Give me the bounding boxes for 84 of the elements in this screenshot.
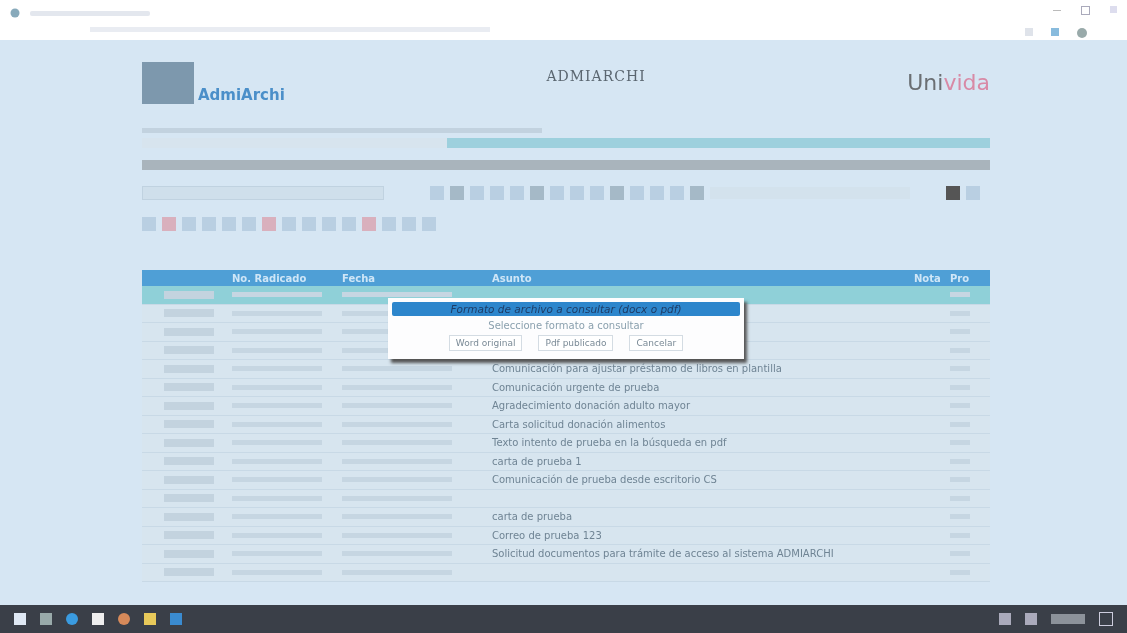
table-cell-text: Comunicación urgente de prueba	[492, 381, 661, 393]
table-cell-text: Solicitud documentos para trámite de acceso al sistema ADMIARCHI	[492, 548, 835, 560]
table-cell-text: Agradecimiento donación adulto mayor	[492, 400, 692, 412]
app-icon[interactable]	[170, 613, 182, 625]
folder-icon[interactable]	[144, 613, 156, 625]
table-row[interactable]: Solicitud documentos para trámite de acceso al sistema ADMIARCHI	[142, 545, 990, 564]
table-cell-text: carta de prueba 1	[492, 455, 583, 467]
status-bar	[950, 292, 970, 298]
toolbar-icon[interactable]	[342, 216, 356, 231]
browser-icon[interactable]	[66, 613, 78, 625]
toolbar-icon[interactable]	[450, 185, 464, 200]
column-header: Pro	[950, 272, 971, 284]
brand-logo: Univida	[907, 70, 990, 95]
logo-text: AdmiArchi	[198, 86, 285, 104]
toolbar-icon[interactable]	[182, 216, 196, 231]
maximize-icon[interactable]	[1081, 6, 1090, 15]
volume-icon[interactable]	[1025, 613, 1037, 625]
task-view-icon[interactable]	[40, 613, 52, 625]
toolbar-icon[interactable]	[422, 216, 436, 231]
table-row[interactable]: Comunicación urgente de prueba	[142, 378, 990, 397]
column-header: Nota	[914, 272, 942, 284]
toolbar-icon[interactable]	[966, 185, 980, 200]
dialog-button[interactable]: Word original	[448, 335, 523, 351]
network-icon[interactable]	[999, 613, 1011, 625]
table-row[interactable]: carta de prueba 1	[142, 452, 990, 471]
toolbar-icon[interactable]	[670, 185, 684, 200]
table-row[interactable]: Correo de prueba 123	[142, 526, 990, 545]
table-cell-text: carta de prueba	[492, 511, 574, 523]
logo-mark-icon	[142, 62, 194, 104]
toolbar-icon[interactable]	[222, 216, 236, 231]
toolbar-icon[interactable]	[650, 185, 664, 200]
table-row[interactable]: Carta solicitud donación alimentos	[142, 415, 990, 434]
toolbar-icon[interactable]	[570, 185, 584, 200]
toolbar-icon[interactable]	[302, 216, 316, 231]
row-action-button[interactable]	[164, 290, 214, 299]
extension-icon[interactable]	[1051, 28, 1059, 36]
table-cell-text: Correo de prueba 123	[492, 529, 603, 541]
toolbar-icon[interactable]	[402, 216, 416, 231]
start-icon[interactable]	[14, 613, 26, 625]
toolbar-icon[interactable]	[362, 216, 376, 231]
browser-tab[interactable]	[30, 10, 150, 16]
column-header: No. Radicado	[232, 272, 308, 284]
toolbar-icon[interactable]	[202, 216, 216, 231]
globe-icon	[10, 8, 20, 18]
toolbar-icon[interactable]	[282, 216, 296, 231]
toolbar-icon[interactable]	[430, 185, 444, 200]
toolbar-icon[interactable]	[322, 216, 336, 231]
profile-icon[interactable]	[1077, 28, 1087, 38]
table-cell-text: Texto intento de prueba en la búsqueda en pdf	[492, 437, 728, 449]
toolbar-icon[interactable]	[610, 185, 624, 200]
toolbar-icon[interactable]	[470, 185, 484, 200]
toolbar-icon[interactable]	[242, 216, 256, 231]
store-icon[interactable]	[92, 613, 104, 625]
app-title: ADMIARCHI	[546, 68, 646, 84]
dialog-message: Seleccione formato a consultar	[488, 320, 644, 331]
binoculars-icon[interactable]	[946, 185, 960, 200]
toolbar-icon[interactable]	[590, 185, 604, 200]
close-icon[interactable]	[1110, 6, 1117, 13]
table-cell-text: Comunicación para ajustar préstamo de libros en plantilla	[492, 363, 783, 375]
clock-bar[interactable]	[1051, 614, 1085, 624]
toolbar-icon[interactable]	[510, 185, 524, 200]
dialog-button[interactable]: Pdf publicado	[538, 335, 614, 351]
toolbar-icon[interactable]	[382, 216, 396, 231]
table-row[interactable]: carta de prueba	[142, 508, 990, 527]
toolbar-icon[interactable]	[690, 185, 704, 200]
dialog-button[interactable]: Cancelar	[629, 335, 684, 351]
toolbar-icon[interactable]	[262, 216, 276, 231]
toolbar-icon[interactable]	[530, 185, 544, 200]
column-header: Fecha	[342, 272, 375, 284]
toolbar-icon[interactable]	[490, 185, 504, 200]
toolbar-icon[interactable]	[162, 216, 176, 231]
table-cell-text: Comunicación de prueba desde escritorio CS	[492, 474, 718, 486]
table-row[interactable]: Comunicación de prueba desde escritorio CS	[142, 471, 990, 490]
toolbar-icon[interactable]	[550, 185, 564, 200]
dialog-title: Formato de archivo a consultar (docx o pdf)	[392, 302, 740, 316]
minimize-icon[interactable]	[1053, 10, 1061, 11]
toolbar-icon[interactable]	[142, 216, 156, 231]
column-header: Asunto	[492, 272, 533, 284]
table-row[interactable]: Agradecimiento donación adulto mayor	[142, 397, 990, 416]
table-row[interactable]: Texto intento de prueba en la búsqueda en pdf	[142, 434, 990, 453]
table-row[interactable]: Comunicación para ajustar préstamo de libros en plantilla	[142, 360, 990, 379]
notification-icon[interactable]	[1099, 612, 1113, 626]
toolbar-icon[interactable]	[630, 185, 644, 200]
table-cell-text: Carta solicitud donación alimentos	[492, 418, 667, 430]
